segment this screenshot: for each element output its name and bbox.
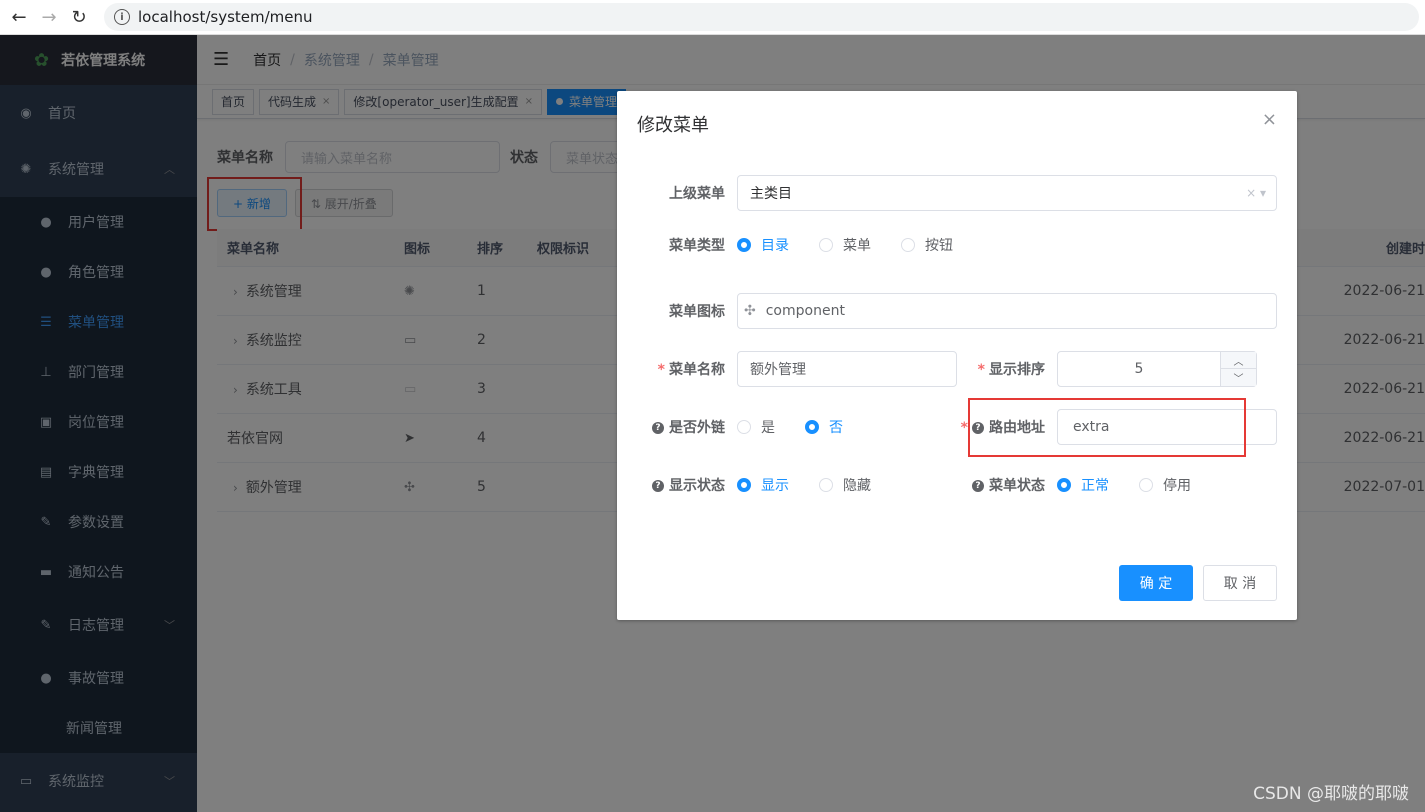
- browser-bar: ← → ↻ i localhost/system/menu: [0, 0, 1425, 35]
- form-row-status: ? 菜单状态 正常 停用: [957, 467, 1221, 503]
- icon-input[interactable]: ✣ component: [737, 293, 1277, 329]
- chevron-up-icon[interactable]: ︿: [1221, 352, 1256, 369]
- radio-label: 隐藏: [843, 478, 871, 494]
- radio-label: 是: [761, 420, 775, 436]
- dialog-title: 修改菜单: [637, 115, 709, 136]
- radio-label: 否: [829, 420, 843, 436]
- visible-label-text: 显示状态: [669, 478, 725, 494]
- icon-label: 菜单图标: [669, 304, 725, 320]
- stepper-controls: ︿ ﹀: [1220, 352, 1256, 386]
- confirm-button[interactable]: 确 定: [1119, 565, 1193, 601]
- form-row-parent: 上级菜单 主类目 × ▾: [637, 175, 1277, 211]
- radio-button[interactable]: 按钮: [901, 235, 953, 255]
- name-input[interactable]: 额外管理: [737, 351, 957, 387]
- required-mark: *: [657, 362, 665, 378]
- radio-circle: [737, 420, 751, 434]
- form-row-name: * 菜单名称 额外管理: [637, 351, 957, 387]
- reload-icon[interactable]: ↻: [64, 2, 94, 32]
- form-row-visible: ? 显示状态 显示 隐藏: [637, 467, 901, 503]
- address-bar[interactable]: i localhost/system/menu: [104, 3, 1419, 31]
- radio-status-disabled[interactable]: 停用: [1139, 467, 1191, 503]
- radio-label: 停用: [1163, 478, 1191, 494]
- radio-circle: [737, 478, 751, 492]
- close-icon[interactable]: ×: [1262, 109, 1277, 130]
- radio-external-no[interactable]: 否: [805, 409, 843, 445]
- visible-label: ? 显示状态: [637, 475, 725, 495]
- clear-caret-icon[interactable]: × ▾: [1246, 186, 1266, 200]
- edit-menu-dialog: 修改菜单 × 上级菜单 主类目 × ▾ 菜单类型 目录 菜单 按钮 菜单图标 ✣…: [617, 91, 1297, 620]
- sort-label: * 显示排序: [957, 359, 1045, 379]
- back-icon[interactable]: ←: [4, 2, 34, 32]
- sort-value: 5: [1134, 361, 1144, 377]
- parent-select[interactable]: 主类目 × ▾: [737, 175, 1277, 211]
- radio-menu[interactable]: 菜单: [819, 235, 871, 255]
- required-mark: *: [960, 420, 968, 436]
- question-icon[interactable]: ?: [652, 422, 664, 434]
- info-icon[interactable]: i: [114, 9, 130, 25]
- forward-icon[interactable]: →: [34, 2, 64, 32]
- required-mark: *: [977, 362, 985, 378]
- radio-circle: [805, 420, 819, 434]
- icon-value: component: [765, 303, 845, 319]
- radio-label: 按钮: [925, 238, 953, 254]
- parent-value: 主类目: [750, 186, 792, 202]
- radio-directory[interactable]: 目录: [737, 235, 789, 255]
- status-label: ? 菜单状态: [957, 475, 1045, 495]
- radio-circle: [901, 238, 915, 252]
- name-label-text: 菜单名称: [669, 362, 725, 378]
- external-label-text: 是否外链: [669, 420, 725, 436]
- radio-circle: [1139, 478, 1153, 492]
- radio-label: 正常: [1081, 478, 1109, 494]
- radio-label: 目录: [761, 238, 789, 254]
- form-row-sort: * 显示排序 5 ︿ ﹀: [957, 351, 1257, 387]
- status-label-text: 菜单状态: [989, 478, 1045, 494]
- radio-external-yes[interactable]: 是: [737, 409, 775, 445]
- radio-label: 显示: [761, 478, 789, 494]
- radio-status-normal[interactable]: 正常: [1057, 467, 1109, 503]
- sort-stepper[interactable]: 5 ︿ ﹀: [1057, 351, 1257, 387]
- component-icon: ✣: [744, 303, 756, 319]
- radio-circle: [819, 238, 833, 252]
- radio-circle: [737, 238, 751, 252]
- watermark: CSDN @耶啵的耶啵: [1253, 784, 1409, 804]
- sort-label-text: 显示排序: [989, 362, 1045, 378]
- radio-visible-hide[interactable]: 隐藏: [819, 467, 871, 503]
- type-label: 菜单类型: [669, 238, 725, 254]
- name-value: 额外管理: [750, 362, 806, 378]
- parent-label: 上级菜单: [669, 186, 725, 202]
- question-icon[interactable]: ?: [652, 480, 664, 492]
- external-label: ? 是否外链: [637, 417, 725, 437]
- form-row-icon: 菜单图标 ✣ component: [637, 293, 1277, 329]
- radio-label: 菜单: [843, 238, 871, 254]
- url-text: localhost/system/menu: [138, 8, 313, 26]
- radio-visible-show[interactable]: 显示: [737, 467, 789, 503]
- form-row-type: 菜单类型 目录 菜单 按钮: [637, 235, 983, 255]
- chevron-down-icon[interactable]: ﹀: [1221, 369, 1256, 386]
- radio-circle: [819, 478, 833, 492]
- question-icon[interactable]: ?: [972, 480, 984, 492]
- name-label: * 菜单名称: [637, 359, 725, 379]
- cancel-button[interactable]: 取 消: [1203, 565, 1277, 601]
- highlight-box-path: [968, 398, 1246, 457]
- radio-circle: [1057, 478, 1071, 492]
- form-row-external: ? 是否外链 是 否: [637, 409, 873, 445]
